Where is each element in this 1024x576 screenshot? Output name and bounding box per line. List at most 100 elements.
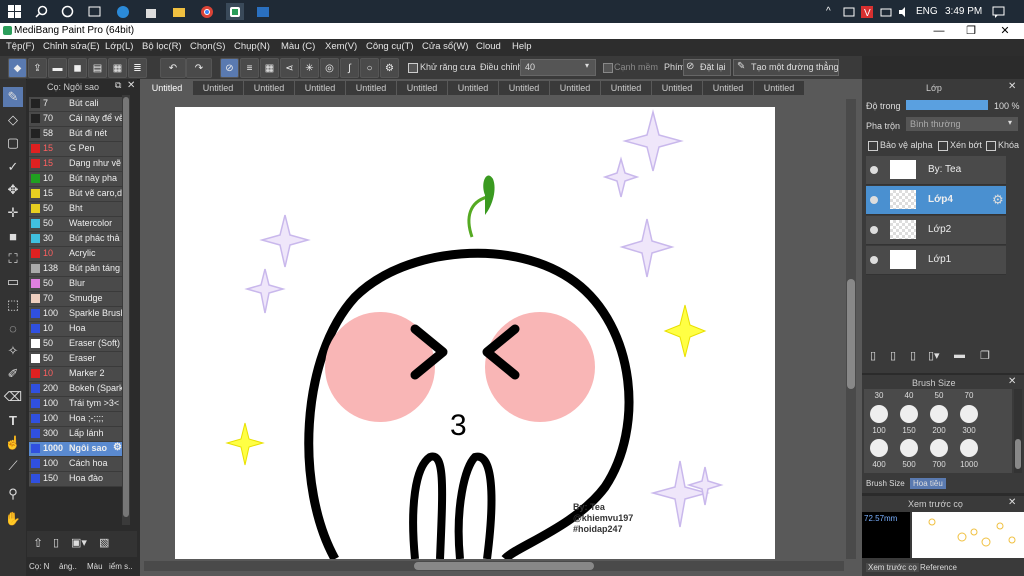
document-tab[interactable]: Untitled [448, 81, 498, 95]
popout-icon[interactable]: ⧉ [115, 80, 121, 91]
size-700[interactable]: 700 [928, 460, 950, 469]
grid-doc-icon[interactable]: ▦ [108, 58, 127, 78]
close-brush-size-icon[interactable]: ✕ [1008, 376, 1016, 387]
document-tab[interactable]: Untitled [346, 81, 396, 95]
tab-color[interactable]: Màu [87, 562, 103, 571]
menu-help[interactable]: Help [512, 41, 532, 52]
radial-snap-icon[interactable]: ✳ [300, 58, 319, 78]
new-brush-icon[interactable]: ▯ [53, 536, 59, 549]
cortana-icon[interactable] [58, 3, 76, 20]
divide-tool-icon[interactable]: ⟋ [3, 456, 23, 476]
size-300[interactable]: 300 [958, 426, 980, 435]
menu-cloud[interactable]: Cloud [476, 41, 501, 52]
document-tab[interactable]: Untitled [601, 81, 651, 95]
brush-dot-icon[interactable] [930, 439, 948, 457]
windows-start-icon[interactable] [5, 3, 23, 20]
brush-scrollbar-thumb[interactable] [123, 97, 129, 517]
alpha-protect-checkbox[interactable] [868, 141, 878, 151]
menu-filter[interactable]: Bộ lọc(R) [142, 41, 182, 52]
menu-view[interactable]: Xem(V) [325, 41, 357, 52]
fill-icon[interactable]: ◆ [8, 58, 27, 78]
brush-list-item[interactable]: 100 Trái tym >3< [29, 397, 122, 412]
eye-icon[interactable] [870, 166, 878, 174]
maximize-button[interactable]: ❐ [956, 23, 986, 39]
tray-v-icon[interactable]: V [861, 0, 873, 23]
brush-scrollbar[interactable] [122, 95, 130, 525]
reset-button[interactable]: ⊘ Đặt lại [683, 59, 731, 76]
brush-list-item[interactable]: 1000 Ngôi sao ⚙ [29, 442, 122, 457]
eye-icon[interactable] [870, 256, 878, 264]
brush-settings-icon[interactable]: ▧ [99, 536, 109, 549]
magic-wand-icon[interactable]: ✧ [3, 341, 23, 361]
menu-file[interactable]: Tệp(F) [6, 41, 35, 52]
brush-list-item[interactable]: 100 Cách hoa [29, 457, 122, 472]
grid-snap-icon[interactable]: ▦ [260, 58, 279, 78]
blend-mode-select[interactable]: Bình thường ▾ [906, 117, 1018, 131]
brush-list-item[interactable]: 70 Cái này để vẽ [29, 112, 122, 127]
brush-list-item[interactable]: 10 Acrylic [29, 247, 122, 262]
adjust-select[interactable]: 40 ▾ [520, 59, 596, 76]
move-tool-icon[interactable]: ✛ [3, 203, 23, 223]
layer-row[interactable]: Lớp1 [866, 246, 1006, 275]
parallel-snap-icon[interactable]: ≡ [240, 58, 259, 78]
doc-icon[interactable]: ▤ [88, 58, 107, 78]
close-layer-panel-icon[interactable]: ✕ [1008, 81, 1016, 92]
size-100[interactable]: 100 [868, 426, 890, 435]
select-eraser-icon[interactable]: ⌫ [3, 387, 23, 407]
document-tab[interactable]: Untitled [397, 81, 447, 95]
brush-list-item[interactable]: 50 Blur [29, 277, 122, 292]
settings-snap-icon[interactable]: ⚙ [380, 58, 399, 78]
task-view-icon[interactable] [85, 3, 103, 20]
clock[interactable]: 3:49 PM [945, 0, 982, 23]
size-1000[interactable]: 1000 [958, 460, 980, 469]
brush-list-item[interactable]: 50 Watercolor [29, 217, 122, 232]
layer-row[interactable]: Lớp2 [866, 216, 1006, 245]
document-tab[interactable]: Untitled [499, 81, 549, 95]
menu-layer[interactable]: Lớp(L) [105, 41, 133, 52]
curve-snap-icon[interactable]: ∫ [340, 58, 359, 78]
close-panel-icon[interactable]: ✕ [127, 80, 135, 91]
brush-dot-icon[interactable] [870, 439, 888, 457]
notification-icon[interactable] [992, 0, 1005, 23]
size-500[interactable]: 500 [898, 460, 920, 469]
layer-row-selected[interactable]: Lớp4 ⚙ [866, 186, 1006, 215]
minimize-button[interactable]: — [924, 23, 954, 39]
volume-icon[interactable] [898, 0, 910, 23]
export-icon[interactable]: ⇪ [28, 58, 47, 78]
brush-list-item[interactable]: 300 Lấp lánh [29, 427, 122, 442]
drawing-canvas[interactable]: 3 By: Tea @khiemvu197 #hoidap247 [175, 107, 775, 559]
lasso-tool-icon[interactable]: ◌ [3, 318, 23, 338]
brush-list-item[interactable]: 15 G Pen [29, 142, 122, 157]
redo-icon[interactable]: ↷ [186, 58, 212, 78]
new-halftone-layer-icon[interactable]: ▯ [890, 349, 896, 362]
new-8bit-layer-icon[interactable]: ▯ [910, 349, 916, 362]
brush-list-item[interactable]: 58 Bút đi nét [29, 127, 122, 142]
duplicate-layer-icon[interactable]: ❐ [980, 349, 990, 362]
hand-tool-icon[interactable]: ✋ [3, 509, 23, 529]
select-rect-icon[interactable]: ⬚ [3, 295, 23, 315]
tab-brush[interactable]: Cọ: N [29, 562, 49, 571]
canvas-vscroll-thumb[interactable] [847, 279, 855, 389]
brush-list-item[interactable]: 100 Sparkle Brush [29, 307, 122, 322]
soft-edge-checkbox[interactable] [603, 63, 613, 73]
canvas-horizontal-scrollbar[interactable] [144, 561, 844, 571]
brush-list-item[interactable]: 15 Bút vẽ caro,d [29, 187, 122, 202]
brush-list-item[interactable]: 138 Bút pân táng [29, 262, 122, 277]
new-layer-icon[interactable]: ▯ [870, 349, 876, 362]
brush-menu-icon[interactable]: ▣▾ [71, 536, 87, 549]
eraser-tool-icon[interactable]: ◇ [3, 110, 23, 130]
tray-app-icon[interactable] [843, 0, 855, 23]
select-pen-icon[interactable]: ✐ [3, 364, 23, 384]
brush-list-item[interactable]: 70 Smudge [29, 292, 122, 307]
clipping-checkbox[interactable] [938, 141, 948, 151]
tab-brush-preview[interactable]: Xem trước cọ [866, 563, 919, 572]
brush-list-item[interactable]: 10 Bút này pha [29, 172, 122, 187]
document-tab[interactable]: Untitled [244, 81, 294, 95]
tab-materials[interactable]: iểm s.. [109, 562, 133, 571]
eye-icon[interactable] [870, 226, 878, 234]
brush-list-item[interactable]: 150 Hoa đào [29, 472, 122, 487]
close-preview-icon[interactable]: ✕ [1008, 497, 1016, 508]
document-tab[interactable]: Untitled [703, 81, 753, 95]
size-50[interactable]: 50 [928, 391, 950, 400]
document-tab[interactable]: Untitled [652, 81, 702, 95]
